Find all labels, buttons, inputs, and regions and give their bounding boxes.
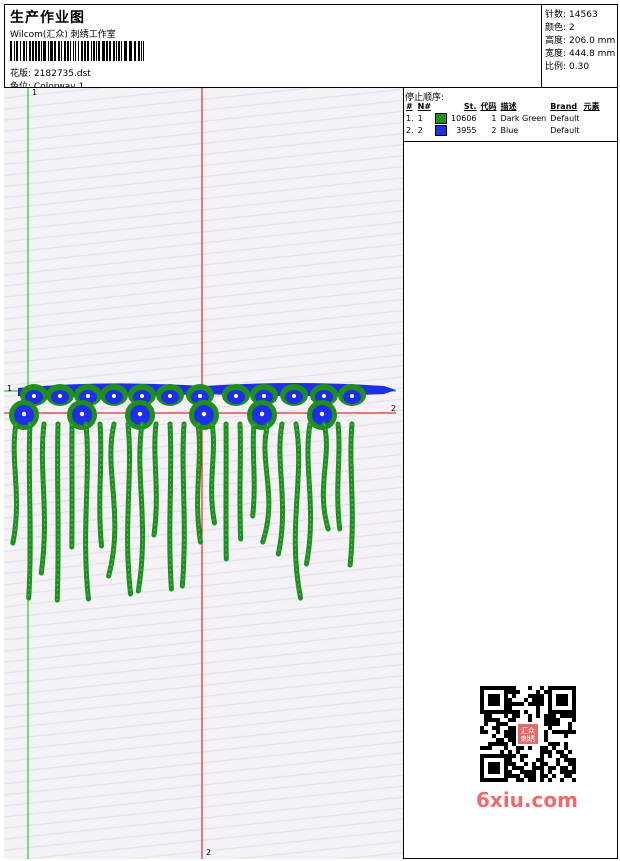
col-code: 代码 [480, 101, 497, 111]
row-needle: 2 [417, 125, 423, 135]
row-brand: Default [550, 113, 580, 123]
row-stitches: 3955 [456, 125, 477, 135]
stat-height: 高度: 206.0 mm [545, 36, 616, 46]
page-title: 生产作业图 [10, 10, 85, 26]
barcode-icon [10, 41, 144, 61]
guide-label-v1: 1 [32, 88, 38, 97]
col-stitches: St. [463, 101, 477, 111]
table-header-row: # N# St. 代码 描述 Brand 元素 [404, 100, 602, 112]
embroidery-preview [4, 88, 396, 859]
row-element [582, 124, 602, 136]
watermark-site: 6xiu.com [476, 788, 578, 812]
stop-sequence-panel: 停止顺序: # N# St. 代码 描述 Brand 元素 1. 1 10606… [404, 88, 618, 142]
col-brand: Brand [550, 101, 578, 111]
tendril [135, 421, 146, 594]
row-needle: 1 [417, 113, 423, 123]
design-value: 2182735.dst [33, 69, 91, 79]
color-swatch [435, 124, 448, 136]
guide-label-h2: 2 [391, 404, 397, 413]
table-row[interactable]: 1. 1 10606 1 Dark Green Default [404, 112, 602, 124]
table-row[interactable]: 2. 2 3955 2 Blue Default [404, 124, 602, 136]
color-swatch [435, 112, 448, 124]
guide-label-h1: 1 [7, 384, 13, 393]
tendril [237, 421, 244, 542]
row-stitches: 10606 [451, 113, 477, 123]
stat-scale: 比例: 0.30 [545, 62, 590, 72]
guide-label-v2: 2 [206, 848, 212, 857]
svg-text:刺绣: 刺绣 [521, 734, 535, 743]
stat-colors: 颜色: 2 [545, 23, 575, 33]
design-canvas[interactable]: 1 2 1 2 [4, 88, 404, 859]
tendril [209, 421, 218, 526]
header-info: 生产作业图 Wilcom(汇众) 刺绣工作室 花版: 2182735.dst 色… [4, 4, 542, 92]
tendril [320, 421, 331, 532]
stop-sequence-table: # N# St. 代码 描述 Brand 元素 1. 1 10606 1 Dar… [404, 100, 602, 136]
tendril [292, 421, 304, 601]
row-index: 2. [406, 125, 414, 135]
col-element: 元素 [583, 101, 600, 111]
row-element [582, 112, 602, 124]
design-stats: 针数: 14563 颜色: 2 高度: 206.0 mm 宽度: 444.8 mm 比例… [542, 4, 618, 88]
row-brand: Default [550, 125, 580, 135]
row-code: 2 [491, 125, 497, 135]
col-swatch [433, 100, 449, 112]
col-needle: N# [417, 101, 432, 111]
svg-text:汇众: 汇众 [521, 727, 535, 735]
row-swatch [433, 112, 449, 124]
design-label: 花版: [10, 69, 32, 79]
row-swatch [433, 124, 449, 136]
row-description: Dark Green [500, 113, 547, 123]
studio-name: Wilcom(汇众) 刺绣工作室 [10, 30, 116, 40]
tendril [260, 421, 272, 545]
row-index: 1. [406, 113, 414, 123]
row-code: 1 [491, 113, 497, 123]
row-description: Blue [500, 125, 519, 135]
watermark: 汇众 刺绣 6xiu.com [470, 680, 586, 816]
stat-width: 宽度: 444.8 mm [545, 49, 616, 59]
col-index: # [406, 101, 413, 111]
stat-stitches: 针数: 14563 [545, 10, 598, 20]
qr-code-icon: 汇众 刺绣 [480, 686, 576, 782]
design-file: 花版: 2182735.dst [10, 66, 91, 79]
col-description: 描述 [500, 101, 517, 111]
